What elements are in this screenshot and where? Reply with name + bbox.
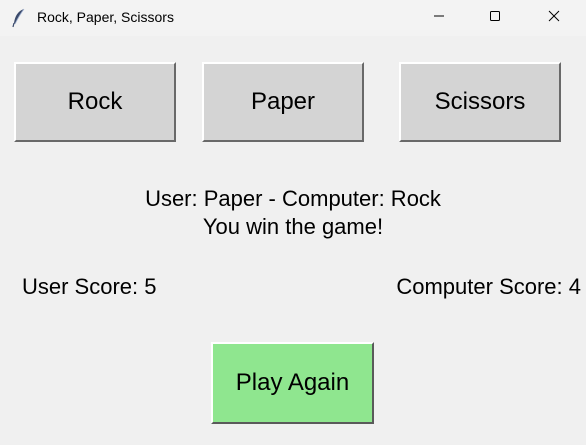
maximize-icon [489,9,501,27]
close-button[interactable] [531,0,577,36]
minimize-icon [433,9,445,27]
computer-score: Computer Score: 4 [396,274,581,299]
round-choices-text: User: Paper - Computer: Rock [145,186,441,211]
game-area: Rock Paper Scissors User: Paper - Comput… [0,36,586,445]
maximize-button[interactable] [472,0,518,36]
close-icon [548,9,560,27]
user-score: User Score: 5 [22,274,157,299]
scissors-button[interactable]: Scissors [399,62,561,142]
rock-button[interactable]: Rock [14,62,176,142]
paper-button[interactable]: Paper [202,62,364,142]
play-again-button[interactable]: Play Again [211,342,374,424]
title-bar: Rock, Paper, Scissors [0,0,586,36]
feather-icon [12,8,26,28]
minimize-button[interactable] [416,0,462,36]
window-title: Rock, Paper, Scissors [37,9,174,25]
round-outcome-text: You win the game! [202,214,384,239]
